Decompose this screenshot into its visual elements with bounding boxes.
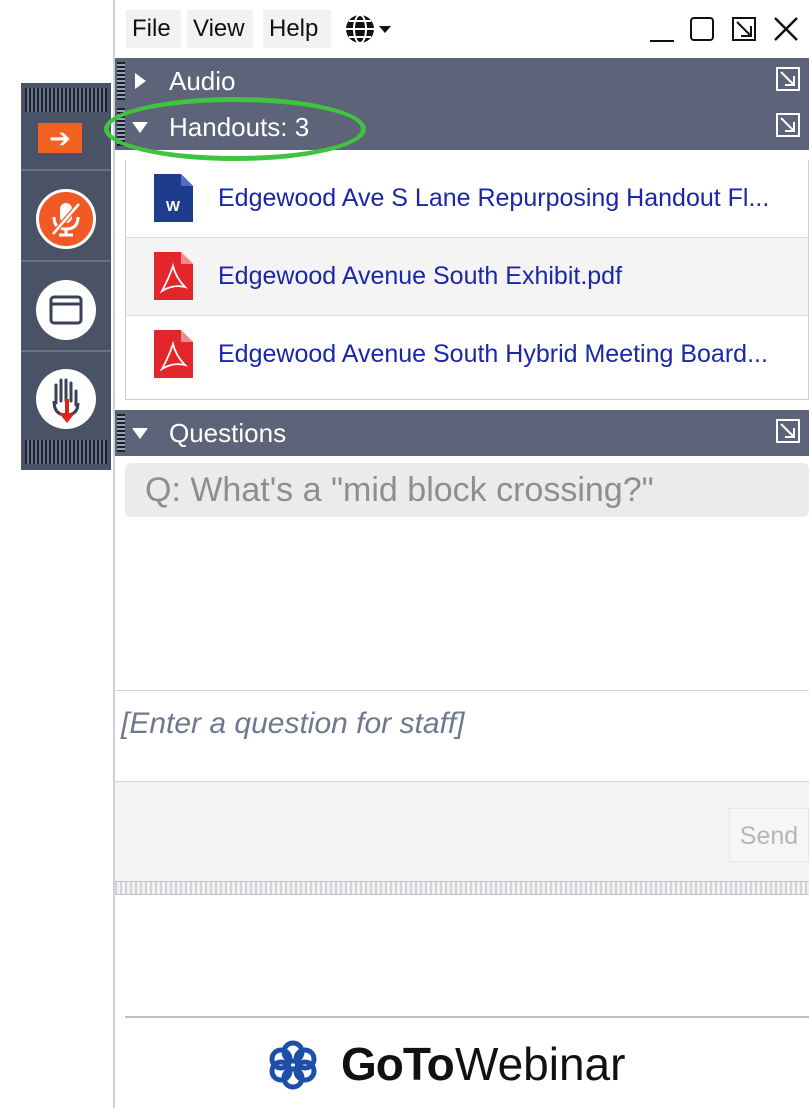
question-input[interactable]: [Enter a question for staff] [115, 690, 809, 782]
screen-view-icon [49, 295, 83, 325]
collapse-triangle-icon [132, 428, 148, 439]
grab-tab-grip-top[interactable] [25, 88, 107, 112]
section-header-audio[interactable]: Audio [115, 58, 809, 104]
grab-tab-grip-bottom[interactable] [25, 440, 107, 464]
send-button[interactable]: Send [729, 808, 809, 862]
globe-icon [346, 14, 391, 44]
gotowebinar-logo-icon [269, 1040, 317, 1090]
main-panel: File View Help Audio Handouts: 3 W Edgew… [113, 0, 809, 1108]
logo-goto-text: GoTo [341, 1038, 455, 1090]
minimize-icon[interactable] [647, 14, 677, 44]
collapse-triangle-icon [132, 122, 148, 133]
handout-name[interactable]: Edgewood Avenue South Exhibit.pdf [218, 262, 622, 291]
toolbar-divider [21, 169, 111, 171]
popout-section-icon[interactable] [775, 112, 801, 138]
pdf-icon [154, 252, 193, 300]
handouts-list: W Edgewood Ave S Lane Repurposing Handou… [125, 160, 809, 400]
handout-item[interactable]: Edgewood Avenue South Exhibit.pdf [126, 238, 808, 316]
section-title-questions: Questions [169, 418, 287, 448]
toolbar-divider [21, 350, 111, 352]
word-document-icon: W [154, 174, 193, 222]
toolbar-divider [21, 260, 111, 262]
chevron-down-icon [379, 26, 391, 33]
pdf-icon [154, 330, 193, 378]
close-icon[interactable] [771, 14, 801, 44]
muted-microphone-icon [51, 202, 81, 237]
handout-item[interactable]: Edgewood Avenue South Hybrid Meeting Boa… [126, 316, 808, 394]
menu-view[interactable]: View [187, 10, 253, 48]
menu-file[interactable]: File [126, 10, 181, 48]
footer-divider [125, 1016, 809, 1018]
drag-grip[interactable] [117, 414, 125, 452]
raise-hand-icon [52, 378, 80, 423]
drag-grip[interactable] [117, 108, 125, 146]
popout-section-icon[interactable] [775, 418, 801, 444]
language-menu-button[interactable] [343, 12, 405, 46]
show-screen-button[interactable] [36, 280, 96, 340]
svg-text:W: W [166, 198, 181, 215]
popout-icon[interactable] [729, 14, 759, 44]
menu-help[interactable]: Help [263, 10, 331, 48]
panel-resize-grip[interactable] [115, 881, 809, 895]
handout-name[interactable]: Edgewood Ave S Lane Repurposing Handout … [218, 184, 769, 213]
send-area: Send [115, 782, 809, 886]
drag-grip[interactable] [117, 62, 125, 100]
section-title-handouts: Handouts: 3 [169, 112, 310, 142]
collapse-arrow-icon[interactable]: ➔ [38, 123, 82, 153]
menubar: File View Help [115, 0, 809, 58]
popout-section-icon[interactable] [775, 66, 801, 92]
expand-triangle-icon [135, 73, 146, 89]
section-header-handouts[interactable]: Handouts: 3 [115, 104, 809, 150]
maximize-icon[interactable] [687, 14, 717, 44]
grab-tab-toolbar[interactable]: ➔ [21, 83, 111, 470]
handout-item[interactable]: W Edgewood Ave S Lane Repurposing Handou… [126, 160, 808, 238]
raise-hand-button[interactable] [36, 369, 96, 429]
section-header-questions[interactable]: Questions [115, 410, 809, 456]
logo-webinar-text: Webinar [455, 1038, 626, 1090]
section-title-audio: Audio [169, 66, 236, 96]
gotowebinar-control-panel: ➔ File View Help Audio Handouts: 3 W Edg… [0, 0, 809, 1108]
asked-question: Q: What's a "mid block crossing?" [125, 463, 809, 517]
mute-microphone-button[interactable] [36, 189, 96, 249]
handout-name[interactable]: Edgewood Avenue South Hybrid Meeting Boa… [218, 340, 768, 369]
